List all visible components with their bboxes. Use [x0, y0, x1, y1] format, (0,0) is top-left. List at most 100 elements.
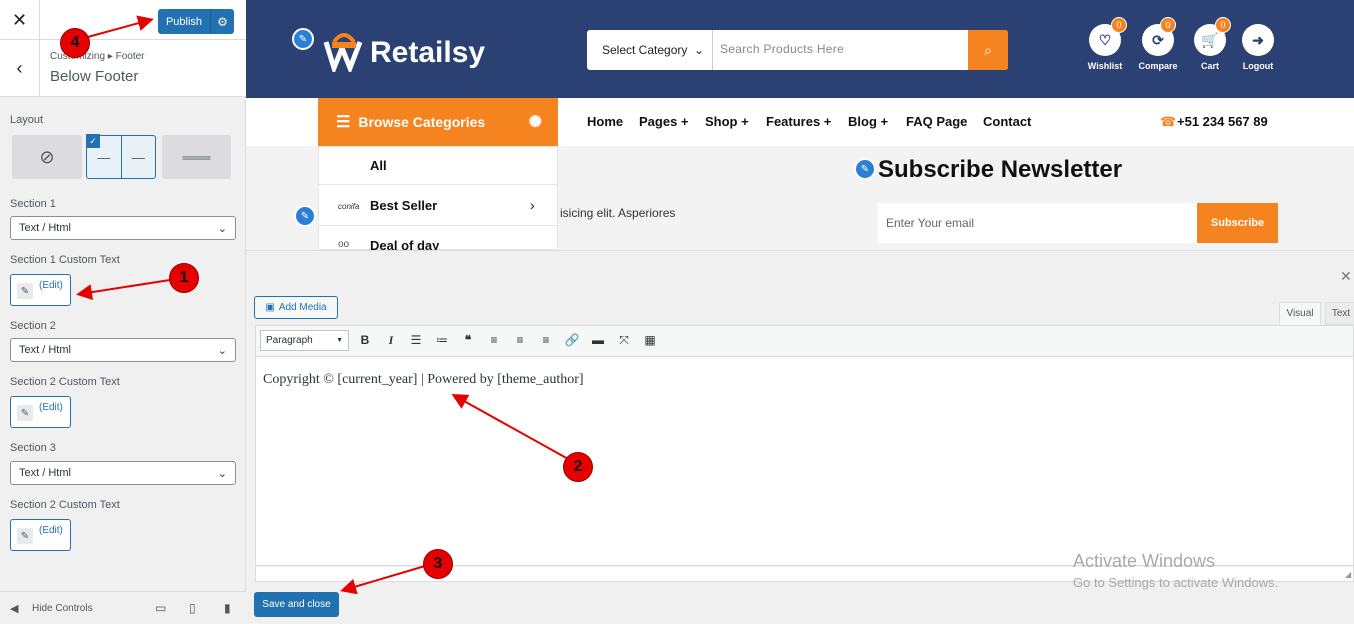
search-button[interactable]: ⌕ [968, 30, 1008, 70]
site-logo[interactable]: Retailsy [370, 36, 485, 70]
format-select[interactable]: Paragraph ▼ [260, 330, 349, 351]
resize-handle-icon[interactable]: ◢ [1345, 570, 1351, 579]
add-media-button[interactable]: ▣ Add Media [254, 296, 338, 319]
tablet-preview-icon[interactable]: ▯ [189, 601, 196, 615]
chevron-right-icon: › [530, 197, 535, 213]
nav-features[interactable]: Features + [766, 114, 831, 129]
search-input[interactable]: Search Products Here [720, 42, 844, 56]
edit-shortcut-pencil-icon[interactable]: ✎ [294, 205, 316, 227]
browse-categories-label: Browse Categories [358, 114, 486, 130]
publish-settings-gear-icon[interactable]: ⚙ [210, 9, 234, 34]
close-customizer-button[interactable]: ✕ [0, 0, 40, 40]
tab-visual[interactable]: Visual [1279, 302, 1321, 325]
format-select-value: Paragraph [266, 335, 313, 346]
link-icon[interactable]: 🔗 [561, 329, 583, 351]
refresh-icon: ⟳ [1152, 31, 1164, 48]
close-icon[interactable]: ✕ [1340, 268, 1352, 285]
headset-icon: ☎ [1160, 114, 1177, 129]
toolbar-toggle-icon[interactable]: ▦ [639, 329, 661, 351]
italic-icon[interactable]: I [380, 329, 402, 351]
chevron-down-icon: ⌄ [217, 467, 227, 480]
cart-icon: 🛒 [1201, 31, 1219, 48]
subscribe-button[interactable]: Subscribe [1197, 203, 1278, 243]
edit-shortcut-pencil-icon[interactable]: ✎ [292, 28, 314, 50]
layout-option-full[interactable]: ═══ [162, 135, 231, 179]
section1-label: Section 1 [10, 198, 56, 210]
nav-blog[interactable]: Blog + [848, 114, 888, 129]
category-item-all[interactable]: All [370, 158, 387, 173]
pencil-icon: ✎ [17, 405, 33, 421]
section2-edit-button[interactable]: ✎ (Edit) [10, 396, 71, 428]
nav-pages[interactable]: Pages + [639, 114, 689, 129]
section2-custom-label: Section 2 Custom Text [10, 376, 120, 388]
checkmark-icon: ✓ [86, 134, 100, 148]
activate-windows-subtitle: Go to Settings to activate Windows. [1073, 575, 1279, 590]
layout-option-none[interactable]: ⊘ [12, 135, 82, 179]
section1-custom-label: Section 1 Custom Text [10, 254, 120, 266]
nav-contact[interactable]: Contact [983, 114, 1031, 129]
email-placeholder: Enter Your email [886, 216, 975, 230]
spinner-icon: ✺ [528, 114, 542, 131]
blockquote-icon[interactable]: ❝ [457, 329, 479, 351]
annotation-1: 1 [169, 263, 199, 293]
compare-label: Compare [1138, 61, 1178, 71]
hide-controls-icon[interactable]: ◀ [10, 602, 18, 615]
section3-custom-label: Section 2 Custom Text [10, 499, 120, 511]
section3-label: Section 3 [10, 442, 56, 454]
wishlist-label: Wishlist [1087, 61, 1123, 71]
align-right-icon[interactable]: ≡ [535, 329, 557, 351]
section3-edit-button[interactable]: ✎ (Edit) [10, 519, 71, 551]
brand-logo: conifa [338, 202, 360, 211]
category-select[interactable]: Select Category ⌄ [587, 30, 713, 70]
browse-categories-button[interactable]: ☰ Browse Categories ✺ [318, 98, 558, 146]
hide-controls-button[interactable]: Hide Controls [32, 603, 93, 614]
read-more-icon[interactable]: ▬ [587, 329, 609, 351]
section1-select[interactable]: Text / Html ⌄ [10, 216, 236, 240]
media-icon: ▣ [265, 302, 275, 313]
section2-select[interactable]: Text / Html ⌄ [10, 338, 236, 362]
chevron-down-icon: ⌄ [217, 344, 227, 357]
editor-content[interactable]: Copyright © [current_year] | Powered by … [263, 372, 584, 388]
numbered-list-icon[interactable]: ≔ [431, 329, 453, 351]
publish-button[interactable]: Publish [158, 9, 210, 34]
edit-label: (Edit) [39, 402, 63, 413]
mobile-preview-icon[interactable]: ▮ [224, 601, 231, 615]
bold-icon[interactable]: B [354, 329, 376, 351]
section1-edit-button[interactable]: ✎ (Edit) [10, 274, 71, 306]
back-button[interactable]: ‹ [0, 40, 40, 97]
nav-shop[interactable]: Shop + [705, 114, 749, 129]
layout-label: Layout [10, 114, 44, 126]
nav-home[interactable]: Home [587, 114, 623, 129]
activate-windows-title: Activate Windows [1073, 551, 1216, 571]
section3-select[interactable]: Text / Html ⌄ [10, 461, 236, 485]
category-dropdown [318, 146, 558, 250]
desktop-preview-icon[interactable]: ▭ [155, 601, 166, 615]
pencil-icon: ✎ [17, 528, 33, 544]
bullet-list-icon[interactable]: ☰ [405, 329, 427, 351]
category-select-value: Select Category [602, 43, 688, 57]
triangle-down-icon: ▼ [336, 337, 343, 344]
annotation-2: 2 [563, 452, 593, 482]
section3-select-value: Text / Html [19, 467, 71, 479]
heart-icon: ♡ [1098, 31, 1112, 48]
annotation-3: 3 [423, 549, 453, 579]
compare-count-badge: 0 [1160, 17, 1176, 33]
section1-select-value: Text / Html [19, 222, 71, 234]
logout-icon: ➜ [1252, 31, 1264, 48]
tab-text[interactable]: Text [1325, 302, 1354, 325]
logout-button[interactable]: ➜ [1242, 24, 1274, 56]
pencil-icon: ✎ [17, 283, 33, 299]
save-and-close-button[interactable]: Save and close [254, 592, 339, 617]
fullscreen-icon[interactable]: ⤧ [613, 329, 635, 351]
divider [318, 225, 558, 226]
chevron-down-icon: ⌄ [693, 43, 704, 57]
align-center-icon[interactable]: ≡ [509, 329, 531, 351]
category-item-deal-of-day[interactable]: Deal of day [370, 238, 439, 250]
section2-label: Section 2 [10, 320, 56, 332]
panel-title: Below Footer [50, 68, 139, 85]
edit-shortcut-pencil-icon[interactable]: ✎ [854, 158, 876, 180]
category-item-best-seller[interactable]: Best Seller [370, 198, 437, 213]
nav-faq[interactable]: FAQ Page [906, 114, 967, 129]
align-left-icon[interactable]: ≡ [483, 329, 505, 351]
edit-label: (Edit) [39, 525, 63, 536]
